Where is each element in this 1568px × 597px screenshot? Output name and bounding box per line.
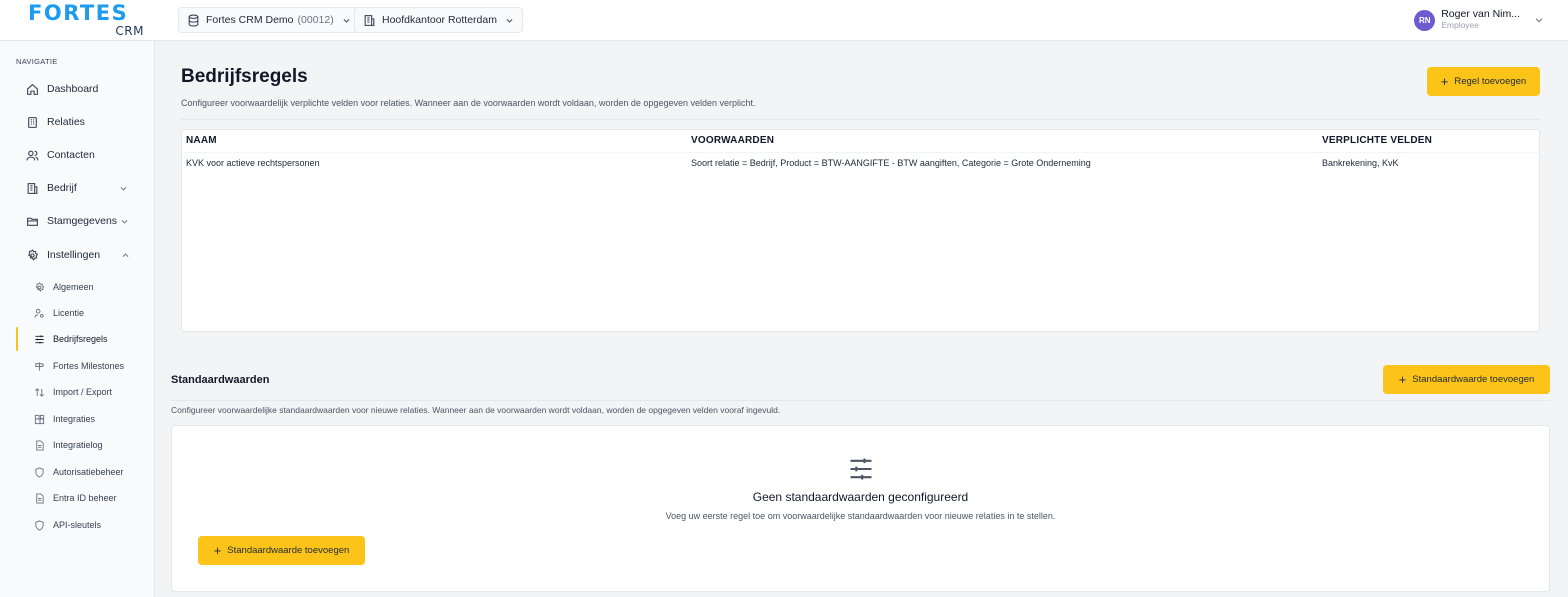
- office-building-icon: [363, 14, 376, 27]
- arrows-icon: [34, 387, 45, 398]
- chevron-down-icon: [1534, 15, 1544, 25]
- shield-icon: [34, 519, 45, 531]
- sidebar-item-label: Contacten: [47, 149, 95, 161]
- sidebar-subitem-label: Integraties: [53, 414, 96, 424]
- gear-icon: [34, 281, 45, 293]
- company-code: (00012): [297, 14, 334, 26]
- file-icon: [34, 492, 45, 504]
- home-icon: [26, 83, 39, 96]
- sidebar-subitem-autorisatiebeheer[interactable]: Autorisatiebeheer: [34, 464, 124, 480]
- section-title-standaardwaarden: Standaardwaarden: [171, 374, 270, 386]
- chevron-down-icon: [120, 217, 129, 226]
- sidebar-subitem-licentie[interactable]: Licentie: [34, 305, 84, 321]
- office-selector[interactable]: Hoofdkantoor Rotterdam: [354, 7, 523, 33]
- logo-text: FORTES: [28, 1, 129, 25]
- page-title: Bedrijfsregels: [181, 66, 308, 87]
- sidebar-item-stamgegevens[interactable]: Stamgegevens: [26, 212, 128, 230]
- database-icon: [187, 14, 200, 27]
- building-icon: [26, 116, 39, 129]
- plus-icon: +: [213, 542, 222, 558]
- sidebar-subitem-algemeen[interactable]: Algemeen: [34, 279, 94, 295]
- active-indicator: [16, 327, 18, 351]
- column-header-voorwaarden[interactable]: VOORWAARDEN: [691, 135, 774, 146]
- section-description: Configureer voorwaardelijke standaardwaa…: [171, 405, 781, 415]
- office-icon: [26, 182, 39, 195]
- sidebar-item-label: Dashboard: [47, 83, 99, 95]
- sidebar-subitem-label: Integratielog: [53, 440, 103, 450]
- table-cell-voorwaarden[interactable]: Soort relatie = Bedrijf, Product = BTW-A…: [691, 158, 1091, 168]
- divider: [181, 119, 1540, 120]
- add-default-button[interactable]: + Standaardwaarde toevoegen: [1383, 365, 1550, 394]
- empty-state: Geen standaardwaarden geconfigureerd Voe…: [171, 425, 1550, 592]
- gear-icon: [26, 248, 39, 262]
- sidebar-item-label: Stamgegevens: [47, 215, 118, 227]
- avatar: RN: [1414, 9, 1436, 31]
- rules-table: NAAM VOORWAARDEN VERPLICHTE VELDEN KVK v…: [181, 129, 1540, 332]
- divider: [171, 400, 1550, 401]
- chevron-down-icon: [505, 16, 514, 25]
- chevron-down-icon: [342, 16, 351, 25]
- add-rule-button[interactable]: + Regel toevoegen: [1427, 67, 1540, 96]
- user-role: Employee: [1441, 20, 1480, 30]
- empty-state-description: Voeg uw eerste regel toe om voorwaardeli…: [665, 511, 1056, 521]
- sidebar-subitem-label: API-sleutels: [53, 520, 102, 530]
- table-cell-naam[interactable]: KVK voor actieve rechtspersonen: [186, 158, 320, 168]
- sliders-icon: [34, 334, 45, 345]
- shield-icon: [34, 466, 45, 478]
- sidebar-subitem-integraties[interactable]: Integraties: [34, 411, 95, 427]
- chevron-up-icon: [121, 251, 130, 260]
- chevron-down-icon: [119, 184, 128, 193]
- plus-icon: +: [1398, 371, 1407, 387]
- sidebar-subitem-label: Autorisatiebeheer: [53, 467, 124, 477]
- sidebar-subitem-bedrijfsregels[interactable]: Bedrijfsregels: [34, 331, 108, 347]
- empty-add-default-button[interactable]: + Standaardwaarde toevoegen: [198, 536, 365, 565]
- add-default-label: Standaardwaarde toevoegen: [1412, 374, 1535, 385]
- user-menu[interactable]: RN Roger van Nim... Employee: [1414, 8, 1544, 32]
- sidebar-item-dashboard[interactable]: Dashboard: [26, 80, 98, 98]
- fortes-logo[interactable]: FORTES CRM: [28, 1, 144, 38]
- user-key-icon: [34, 308, 45, 319]
- sidebar-subitem-label: Algemeen: [53, 282, 94, 292]
- sidebar-subitem-label: Bedrijfsregels: [53, 334, 108, 344]
- plus-icon: +: [1440, 73, 1449, 89]
- sidebar-item-bedrijf[interactable]: Bedrijf: [26, 179, 127, 197]
- sidebar-subitem-label: Entra ID beheer: [53, 493, 117, 503]
- blocks-icon: [34, 414, 45, 425]
- sidebar-item-instellingen[interactable]: Instellingen: [26, 246, 129, 264]
- folder-icon: [26, 215, 39, 228]
- signpost-icon: [34, 361, 45, 372]
- sidebar-subitem-fortes-milestones[interactable]: Fortes Milestones: [34, 358, 124, 374]
- sidebar-item-relaties[interactable]: Relaties: [26, 113, 85, 131]
- sidebar-subitem-label: Import / Export: [53, 387, 113, 397]
- sidebar-subitem-integratielog[interactable]: Integratielog: [34, 437, 103, 453]
- table-cell-verplichte-velden[interactable]: Bankrekening, KvK: [1322, 158, 1399, 168]
- page-description: Configureer voorwaardelijk verplichte ve…: [181, 98, 756, 108]
- sidebar-item-contacten[interactable]: Contacten: [26, 146, 95, 164]
- sidebar-item-label: Instellingen: [47, 249, 101, 261]
- office-name: Hoofdkantoor Rotterdam: [382, 14, 497, 26]
- add-rule-label: Regel toevoegen: [1454, 76, 1527, 87]
- empty-state-title: Geen standaardwaarden geconfigureerd: [752, 490, 969, 504]
- sidebar-subitem-label: Fortes Milestones: [53, 361, 125, 371]
- column-header-naam[interactable]: NAAM: [186, 135, 217, 146]
- top-bar: FORTES CRM Fortes CRM Demo (00012) Hoofd…: [0, 0, 1568, 41]
- company-selector[interactable]: Fortes CRM Demo (00012): [178, 7, 360, 33]
- sidebar-subitem-api-sleutels[interactable]: API-sleutels: [34, 517, 101, 533]
- file-icon: [34, 439, 45, 451]
- column-header-verplichte-velden[interactable]: VERPLICHTE VELDEN: [1322, 135, 1432, 146]
- sidebar-subitem-import-export[interactable]: Import / Export: [34, 384, 112, 400]
- nav-title: NAVIGATIE: [16, 57, 58, 66]
- table-divider: [182, 152, 1539, 153]
- sidebar-subitem-label: Licentie: [53, 308, 85, 318]
- sidebar: NAVIGATIE Dashboard Relaties Contacten B…: [0, 41, 155, 597]
- users-icon: [26, 149, 39, 162]
- company-name: Fortes CRM Demo: [206, 14, 294, 26]
- empty-add-default-label: Standaardwaarde toevoegen: [227, 545, 350, 556]
- sidebar-item-label: Bedrijf: [47, 182, 77, 194]
- sidebar-subitem-entra-id-beheer[interactable]: Entra ID beheer: [34, 490, 117, 506]
- user-name: Roger van Nim...: [1441, 8, 1520, 20]
- sliders-icon: [847, 455, 875, 483]
- sidebar-item-label: Relaties: [47, 116, 85, 128]
- logo-subtext: CRM: [115, 24, 144, 38]
